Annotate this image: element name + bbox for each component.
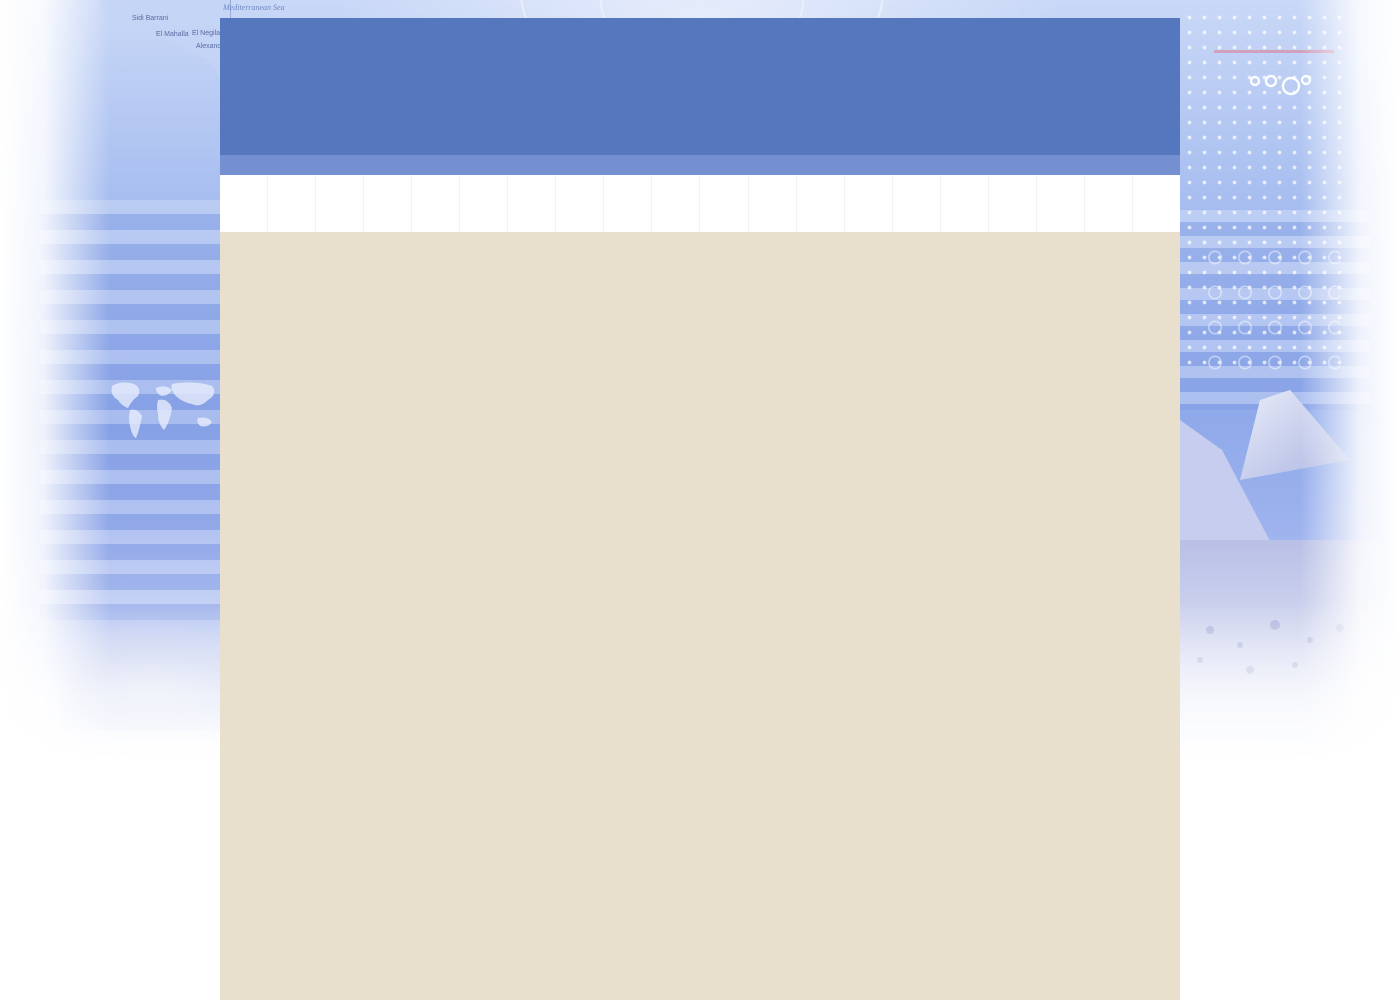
nav-item[interactable] [1133, 175, 1180, 232]
nav-item[interactable] [845, 175, 893, 232]
nav-item[interactable] [893, 175, 941, 232]
content-area [220, 232, 1180, 1000]
main-frame [220, 18, 1180, 1000]
nav-item[interactable] [412, 175, 461, 232]
nav-item[interactable] [652, 175, 701, 232]
nav-item[interactable] [268, 175, 317, 232]
map-label: Sidi Barrani [132, 15, 169, 22]
world-map-icon [111, 382, 215, 438]
nav-item[interactable] [700, 175, 749, 232]
page: Sidi Barrani El Mahalla El Negila Alexan… [0, 0, 1400, 1000]
map-label: El Mahalla [156, 31, 189, 38]
nav-item[interactable] [220, 175, 269, 232]
nav-item[interactable] [556, 175, 605, 232]
nav-item[interactable] [1037, 175, 1085, 232]
nav-item[interactable] [1085, 175, 1133, 232]
nav-item[interactable] [941, 175, 989, 232]
map-label: El Negila [192, 30, 221, 37]
sea-label: Mediterranean Sea [223, 3, 285, 12]
nav-item[interactable] [460, 175, 509, 232]
nav-item[interactable] [508, 175, 557, 232]
navigation-bar [220, 175, 1180, 232]
nav-item[interactable] [749, 175, 797, 232]
nav-item[interactable] [316, 175, 365, 232]
site-header-banner [220, 18, 1180, 155]
nav-item[interactable] [364, 175, 413, 232]
nav-item[interactable] [604, 175, 653, 232]
nav-item[interactable] [989, 175, 1037, 232]
sub-header-bar [220, 155, 1180, 175]
nav-item[interactable] [797, 175, 845, 232]
